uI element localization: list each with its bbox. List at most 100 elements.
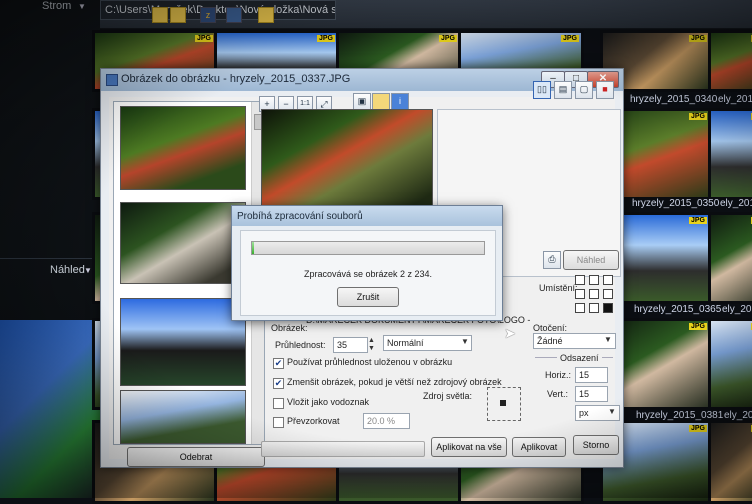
horiz-label: Horiz.: [545, 370, 572, 380]
opacity-input[interactable]: 35 [333, 337, 368, 353]
chevron-down-icon[interactable]: ▼ [78, 2, 86, 11]
source-preview-image [261, 109, 433, 215]
placement-grid[interactable] [575, 275, 613, 313]
placement-cell[interactable] [589, 303, 599, 313]
placement-cell[interactable] [603, 275, 613, 285]
thumbnail-image [711, 33, 752, 89]
placement-cell[interactable] [589, 289, 599, 299]
progress-cancel-button[interactable]: Zrušit [337, 287, 399, 307]
chevron-down-icon[interactable]: ▼ [604, 335, 612, 344]
explorer-left-panel: Strom ▼ Náhled ▼ [0, 0, 100, 498]
thumbnail-image [711, 321, 752, 407]
dialog-title: Obrázek do obrázku - hryzely_2015_0337.J… [121, 73, 351, 85]
thumb-caption: hryzely_2015_0350 [632, 198, 720, 209]
list-thumbnail[interactable] [120, 106, 246, 190]
apply-button[interactable]: Aplikovat [512, 437, 566, 457]
use-saved-opacity-checkbox[interactable]: ✔ [273, 358, 284, 369]
placement-cell[interactable] [603, 289, 613, 299]
jpg-badge: JPG [688, 425, 707, 432]
thumbnail[interactable]: JPG [708, 212, 752, 304]
progress-bar [251, 241, 485, 255]
progress-titlebar[interactable]: Probíhá zpracování souborů [232, 206, 502, 226]
jpg-badge: JPG [688, 323, 707, 330]
list-thumbnail[interactable] [120, 202, 246, 284]
folder-up-icon[interactable] [152, 7, 168, 23]
thumbnail[interactable]: JPG [708, 108, 752, 200]
layout-side-icon[interactable]: ▯▯ [533, 81, 551, 99]
app-icon [106, 74, 118, 86]
layout-single-icon[interactable]: ▢ [575, 81, 593, 99]
thumb-caption: ely_2015_03 [720, 198, 752, 209]
opacity-spinner[interactable]: ▲ ▼ [368, 337, 378, 353]
placement-cell[interactable] [589, 275, 599, 285]
cancel-button[interactable]: Storno [573, 435, 619, 455]
offset-label: Odsazení [557, 353, 602, 363]
jpg-badge: JPG [688, 217, 707, 224]
jpg-badge: JPG [560, 35, 579, 42]
progress-message: Zpracovává se obrázek 2 z 234. [303, 269, 433, 279]
use-saved-opacity-label: Používat průhlednost uloženou v obrázku [287, 357, 453, 367]
shrink-checkbox[interactable]: ✔ [273, 378, 284, 389]
progress-panel: Zpracovává se obrázek 2 z 234. Zrušit [240, 230, 496, 316]
opacity-label: Průhlednost: [275, 340, 326, 350]
thumb-caption: ely_2015_03 [724, 410, 752, 421]
path-bar[interactable]: C:\Users\Mareček\Desktop\Nová složka\Nov… [100, 0, 336, 20]
light-source-point [500, 400, 506, 406]
thumbnail[interactable]: JPG [708, 420, 752, 504]
jpg-badge: JPG [438, 35, 457, 42]
placement-label: Umístění: [539, 283, 578, 293]
watermark-checkbox[interactable] [273, 398, 284, 409]
chevron-down-icon[interactable]: ▼ [461, 337, 469, 346]
progress-title: Probíhá zpracování souborů [237, 211, 363, 222]
list-thumbnail[interactable] [120, 390, 246, 444]
blend-mode-select[interactable]: Normální [383, 335, 472, 351]
folder-icon[interactable] [170, 7, 186, 23]
status-progress-bar [261, 441, 425, 457]
jpg-badge: JPG [194, 35, 213, 42]
preview-panel-title[interactable]: Náhled [50, 264, 85, 276]
placement-cell[interactable] [575, 289, 585, 299]
sort-icon[interactable]: z [200, 7, 216, 23]
resample-label: Převzorkovat [287, 416, 340, 426]
printer-icon[interactable]: ⎙ [543, 251, 561, 269]
vert-input[interactable]: 15 [575, 386, 608, 402]
vert-label: Vert.: [547, 389, 569, 399]
grid-view-icon[interactable] [226, 7, 242, 23]
thumb-caption: hryzely_2015_0340 [630, 94, 718, 105]
apply-to-all-button[interactable]: Aplikovat na vše [431, 437, 507, 457]
chevron-down-icon[interactable]: ▼ [608, 407, 616, 416]
image-label: Obrázek: [271, 323, 308, 333]
resample-input[interactable]: 20.0 % [363, 413, 410, 429]
thumb-caption: hryzely_2015_0381 [636, 410, 724, 421]
light-source-label: Zdroj světla: [423, 391, 473, 401]
thumbnail-image [711, 215, 752, 301]
layout-red-icon[interactable]: ■ [596, 81, 614, 99]
thumb-caption: hryzely_2015_0365 [634, 304, 722, 315]
preview-button[interactable]: Náhled [563, 250, 619, 270]
progress-fill [252, 242, 254, 254]
shrink-label: Zmenšit obrázek, pokud je větší než zdro… [287, 377, 502, 387]
jpg-badge: JPG [688, 35, 707, 42]
chevron-down-icon[interactable]: ▼ [84, 266, 92, 275]
explorer-toolbar: z C:\Users\Mareček\Desktop\Nová složka\N… [100, 0, 752, 29]
preview-image [0, 320, 100, 498]
tree-panel-title[interactable]: Strom [42, 0, 71, 12]
light-source-picker[interactable] [487, 387, 521, 421]
panel-divider [0, 258, 100, 259]
remove-button[interactable]: Odebrat [127, 447, 265, 467]
thumbnail[interactable]: JPG [708, 30, 752, 92]
resample-checkbox[interactable] [273, 417, 284, 428]
folder-path-icon [258, 7, 274, 23]
thumbnail[interactable]: JPG [708, 318, 752, 410]
jpg-badge: JPG [688, 113, 707, 120]
horiz-input[interactable]: 15 [575, 367, 608, 383]
progress-dialog: Probíhá zpracování souborů Zpracovává se… [231, 205, 503, 321]
placement-cell[interactable] [575, 275, 585, 285]
mouse-cursor-icon: ➤ [504, 325, 516, 341]
placement-cell[interactable] [575, 303, 585, 313]
thumb-caption: ely_2015_03 [718, 94, 752, 105]
watermark-label: Vložit jako vodoznak [287, 397, 370, 407]
placement-cell[interactable] [603, 303, 613, 313]
layout-stack-icon[interactable]: ▤ [554, 81, 572, 99]
list-thumbnail[interactable] [120, 298, 246, 386]
